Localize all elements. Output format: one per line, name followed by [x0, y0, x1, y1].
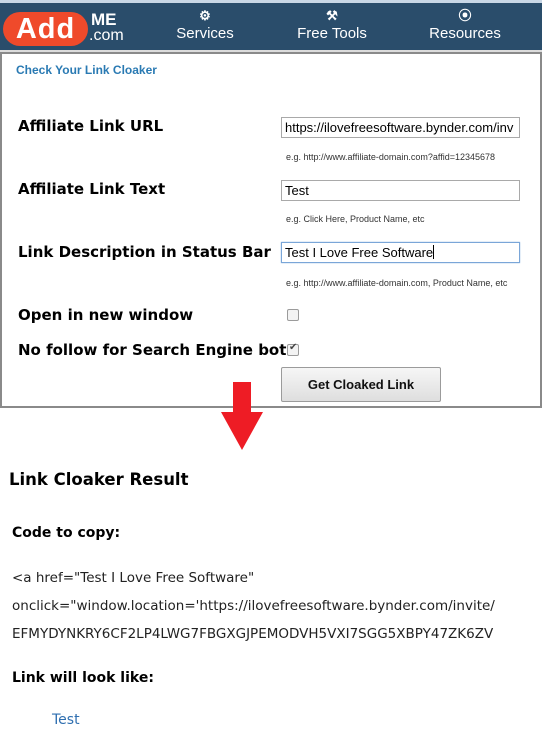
compass-icon: ⦿ [458, 8, 472, 23]
code-line[interactable]: EFMYDYNKRY6CF2LP4LWG7FBGXGJPEMODVH5VXI7S… [12, 626, 493, 642]
nav-resources[interactable]: ⦿ Resources [425, 9, 505, 45]
logo-add-text: Add [3, 12, 88, 46]
code-line[interactable]: onclick="window.location='https://ilovef… [12, 598, 495, 614]
code-to-copy-label: Code to copy: [12, 525, 121, 541]
preview-link[interactable]: Test [52, 712, 80, 728]
open-new-window-label: Open in new window [18, 306, 194, 324]
nav-free-tools[interactable]: ⚒ Free Tools [292, 9, 372, 45]
logo-me-text: ME [91, 10, 117, 29]
nav-services[interactable]: ⚙ Services [170, 9, 240, 45]
nofollow-label: No follow for Search Engine bots [18, 341, 296, 359]
tools-icon: ⚒ [326, 8, 338, 23]
link-preview-label: Link will look like: [12, 670, 154, 686]
affiliate-text-label: Affiliate Link Text [18, 180, 166, 198]
form-title: Check Your Link Cloaker [16, 63, 157, 77]
affiliate-text-input[interactable]: Test [281, 180, 520, 201]
code-line[interactable]: <a href="Test I Love Free Software" [12, 570, 254, 586]
logo-com-text: .com [89, 27, 124, 44]
status-description-value: Test I Love Free Software [285, 245, 434, 260]
affiliate-url-hint: e.g. http://www.affiliate-domain.com?aff… [286, 152, 496, 162]
get-cloaked-link-button[interactable]: Get Cloaked Link [281, 367, 441, 402]
affiliate-text-hint: e.g. Click Here, Product Name, etc [286, 214, 425, 224]
status-description-input[interactable]: Test I Love Free Software [281, 242, 520, 263]
affiliate-url-label: Affiliate Link URL [18, 117, 164, 135]
status-description-label: Link Description in Status Bar [18, 243, 271, 261]
status-description-hint: e.g. http://www.affiliate-domain.com, Pr… [286, 278, 508, 288]
result-title: Link Cloaker Result [9, 470, 189, 489]
down-arrow-icon [221, 382, 263, 450]
nofollow-checkbox[interactable] [287, 342, 299, 356]
nav-services-label: Services [176, 25, 234, 42]
site-header: Add ME .com ⚙ Services ⚒ Free Tools ⦿ Re… [0, 3, 542, 50]
link-cloaker-form: Check Your Link Cloaker Affiliate Link U… [0, 52, 542, 408]
open-new-window-checkbox[interactable] [287, 309, 299, 321]
gear-icon: ⚙ [199, 8, 211, 23]
nav-free-tools-label: Free Tools [297, 25, 367, 42]
nav-resources-label: Resources [429, 25, 501, 42]
text-caret [433, 245, 435, 259]
affiliate-url-input[interactable]: https://ilovefreesoftware.bynder.com/inv [281, 117, 520, 138]
